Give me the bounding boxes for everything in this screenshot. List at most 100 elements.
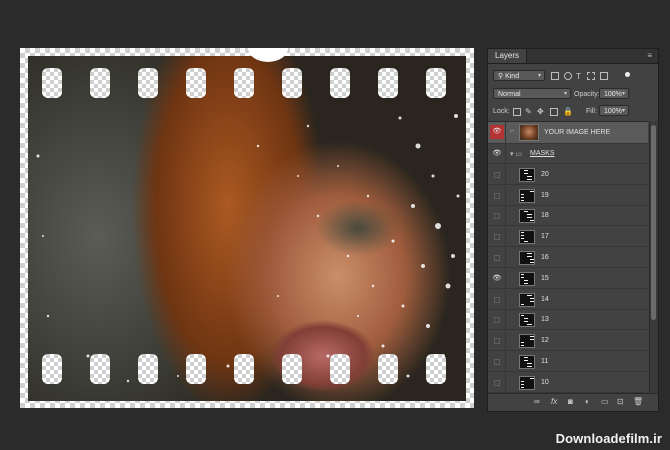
lock-label: Lock: xyxy=(493,108,510,115)
new-group-icon[interactable]: ▭ xyxy=(601,397,609,406)
layer-name: 13 xyxy=(541,316,549,324)
visibility-cell[interactable] xyxy=(488,227,506,247)
layer-row[interactable]: 19 xyxy=(488,185,648,206)
visibility-cell[interactable] xyxy=(488,372,506,392)
mask-thumbnail xyxy=(519,292,535,307)
mask-thumbnail xyxy=(519,209,535,224)
eye-icon[interactable]: 👁 xyxy=(490,125,504,139)
layer-group-row[interactable]: 👁 ▾ ▭ MASKS xyxy=(488,144,648,164)
opacity-input[interactable]: 100% ▾ xyxy=(599,88,629,99)
layer-row[interactable]: 👁 ⌐ YOUR IMAGE HERE xyxy=(488,122,648,144)
lock-paint-icon[interactable]: ✎ xyxy=(525,107,532,117)
sprocket-hole xyxy=(234,354,254,384)
type-filter-icon[interactable]: T xyxy=(576,72,581,82)
mask-thumbnail xyxy=(519,251,535,265)
layer-name: 18 xyxy=(541,212,549,220)
pixel-filter-icon[interactable] xyxy=(551,72,559,80)
visibility-cell[interactable] xyxy=(488,289,506,309)
chevron-down-icon: ▾ xyxy=(537,73,541,79)
mask-thumbnail xyxy=(519,334,535,349)
fx-icon[interactable]: fx xyxy=(551,397,557,406)
layer-row[interactable]: 20 xyxy=(488,164,648,185)
visibility-cell[interactable] xyxy=(488,206,506,226)
layer-name: 11 xyxy=(541,358,549,365)
visibility-cell[interactable]: 👁 xyxy=(488,268,506,288)
blend-mode-value: Normal xyxy=(498,91,521,98)
layer-name: 12 xyxy=(541,337,549,345)
new-layer-icon[interactable]: ⊡ xyxy=(617,397,624,406)
panel-tab-bar: Layers ≡ xyxy=(488,49,658,64)
visibility-toggle[interactable] xyxy=(494,171,500,178)
link-icon[interactable]: ∞ xyxy=(534,397,540,406)
lock-row: Lock: ✎ ✥ 🔒 Fill: 100% ▾ xyxy=(488,104,658,118)
sprocket-hole xyxy=(42,68,62,98)
filter-toggle-icon[interactable] xyxy=(625,72,630,77)
visibility-toggle[interactable] xyxy=(494,255,500,261)
tab-layers[interactable]: Layers xyxy=(488,49,528,63)
visibility-cell[interactable] xyxy=(488,185,506,205)
layer-row[interactable]: 16 xyxy=(488,248,648,268)
sprocket-hole xyxy=(186,354,206,384)
smart-object-filter-icon[interactable] xyxy=(600,72,608,80)
add-mask-icon[interactable]: ◙ xyxy=(568,397,573,406)
sprocket-hole xyxy=(282,68,302,98)
layer-row[interactable]: 👁 15 xyxy=(488,268,648,289)
layer-row[interactable]: 17 xyxy=(488,227,648,248)
adjustment-filter-icon[interactable] xyxy=(564,72,572,80)
visibility-toggle[interactable] xyxy=(494,296,500,303)
layer-row[interactable]: 14 xyxy=(488,289,648,310)
sprocket-hole xyxy=(186,68,206,98)
visibility-toggle[interactable] xyxy=(494,359,500,365)
panel-menu-icon[interactable]: ≡ xyxy=(647,51,652,60)
lock-position-icon[interactable]: ✥ xyxy=(537,107,544,117)
fill-input[interactable]: 100% ▾ xyxy=(599,105,629,116)
chevron-down-icon: ▾ xyxy=(621,91,625,97)
eye-icon[interactable]: 👁 xyxy=(492,150,502,157)
lock-artboard-icon[interactable] xyxy=(550,108,558,116)
blend-mode-select[interactable]: Normal ▾ xyxy=(493,88,571,99)
filter-kind-label: Kind xyxy=(505,73,520,80)
mask-thumbnail xyxy=(519,355,535,369)
visibility-toggle[interactable] xyxy=(494,213,500,220)
image-thumbnail xyxy=(519,124,539,141)
filter-row: ⚲ Kind ▾ T xyxy=(488,69,658,83)
visibility-toggle[interactable] xyxy=(494,234,500,241)
document-canvas[interactable] xyxy=(20,48,474,408)
mask-thumbnail xyxy=(519,230,535,245)
fill-value: 100% xyxy=(604,108,622,115)
layer-row[interactable]: 10 xyxy=(488,372,648,393)
lock-all-icon[interactable]: 🔒 xyxy=(563,107,573,117)
layer-name: MASKS xyxy=(530,150,555,157)
visibility-cell[interactable]: 👁 xyxy=(488,122,506,143)
filter-kind-select[interactable]: ⚲ Kind ▾ xyxy=(493,70,545,81)
visibility-cell[interactable] xyxy=(488,248,506,267)
blend-row: Normal ▾ Opacity: 100% ▾ xyxy=(488,87,658,101)
visibility-cell[interactable] xyxy=(488,352,506,371)
visibility-toggle[interactable] xyxy=(494,192,500,199)
chevron-down-icon: ▾ xyxy=(563,91,567,97)
shape-filter-icon[interactable] xyxy=(587,72,595,80)
layer-row[interactable]: 12 xyxy=(488,331,648,352)
sprocket-hole xyxy=(90,68,110,98)
visibility-cell[interactable]: 👁 xyxy=(488,144,506,163)
visibility-toggle[interactable] xyxy=(494,317,500,324)
folder-icon[interactable]: ▾ ▭ xyxy=(510,150,522,158)
sprocket-hole xyxy=(426,354,446,384)
scrollbar-thumb[interactable] xyxy=(651,125,656,320)
eye-icon[interactable]: 👁 xyxy=(492,275,502,282)
sprocket-hole xyxy=(138,354,158,384)
sprocket-hole xyxy=(234,68,254,98)
lock-transparent-icon[interactable] xyxy=(513,108,521,116)
visibility-cell[interactable] xyxy=(488,310,506,330)
adjustment-icon[interactable]: ◐ xyxy=(585,397,590,406)
layer-row[interactable]: 11 xyxy=(488,352,648,372)
layer-row[interactable]: 18 xyxy=(488,206,648,227)
visibility-toggle[interactable] xyxy=(494,379,500,386)
visibility-cell[interactable] xyxy=(488,331,506,351)
trash-icon[interactable]: 🗑 xyxy=(633,397,643,406)
layer-row[interactable]: 13 xyxy=(488,310,648,331)
visibility-cell[interactable] xyxy=(488,164,506,184)
visibility-toggle[interactable] xyxy=(494,338,500,345)
sprocket-hole xyxy=(378,354,398,384)
layers-scrollbar[interactable] xyxy=(649,121,658,393)
